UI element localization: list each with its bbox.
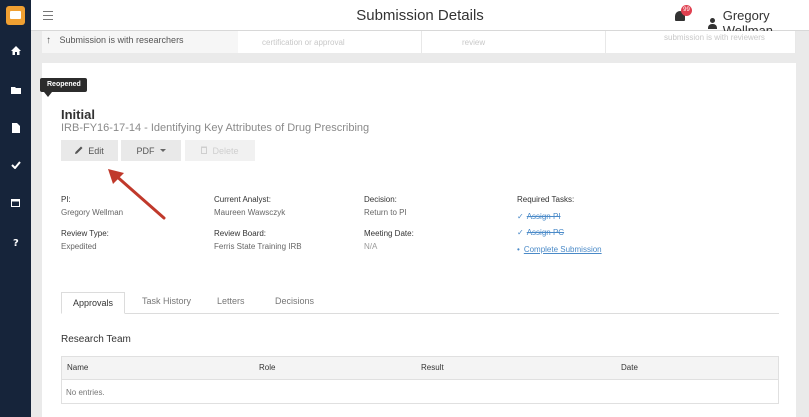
folder-icon[interactable] bbox=[0, 80, 31, 100]
empty-message: No entries. bbox=[66, 388, 105, 397]
page-title: Submission Details bbox=[356, 7, 484, 24]
review-board-label: Review Board: bbox=[214, 229, 267, 238]
side-nav: ? bbox=[0, 0, 31, 417]
tab-letters[interactable]: Letters bbox=[217, 296, 245, 306]
pi-label: PI: bbox=[61, 195, 71, 204]
svg-text:?: ? bbox=[13, 238, 19, 247]
workflow-steps: ↑ Submission is with researchers certifi… bbox=[42, 31, 796, 53]
annotation-arrow bbox=[108, 169, 166, 220]
task-item[interactable]: • Complete Submission bbox=[517, 245, 602, 254]
meeting-date-label: Meeting Date: bbox=[364, 229, 414, 238]
check-icon: ✓ bbox=[517, 212, 524, 221]
caret-down-icon bbox=[159, 149, 166, 152]
section-title: Research Team bbox=[61, 334, 131, 345]
check-icon[interactable] bbox=[0, 155, 31, 175]
submission-subtitle: IRB-FY16-17-14 - Identifying Key Attribu… bbox=[61, 122, 370, 134]
analyst-label: Current Analyst: bbox=[214, 195, 271, 204]
pdf-dropdown-button[interactable]: PDF bbox=[121, 140, 181, 161]
table-row bbox=[61, 380, 779, 404]
review-board-value: Ferris State Training IRB bbox=[214, 242, 302, 251]
app-logo[interactable] bbox=[6, 6, 25, 25]
review-type-label: Review Type: bbox=[61, 229, 109, 238]
column-header-result[interactable]: Result bbox=[421, 363, 444, 372]
table-header bbox=[61, 356, 779, 380]
task-item[interactable]: ✓ Assign PC bbox=[517, 228, 564, 237]
trash-icon bbox=[201, 146, 208, 156]
top-bar: Submission Details 99 Gregory Wellman bbox=[31, 0, 809, 38]
notifications-bell[interactable]: 99 bbox=[674, 5, 692, 23]
step-review: review bbox=[422, 31, 606, 53]
analyst-value: Maureen Wawsczyk bbox=[214, 208, 286, 217]
decision-value: Return to PI bbox=[364, 208, 407, 217]
bullet-icon: • bbox=[517, 245, 520, 254]
review-type-value: Expedited bbox=[61, 242, 97, 251]
meeting-date-value: N/A bbox=[364, 242, 378, 251]
step-arrow-icon: ↑ bbox=[46, 35, 51, 46]
column-header-date[interactable]: Date bbox=[621, 363, 638, 372]
notification-count-badge: 99 bbox=[681, 5, 692, 16]
help-icon[interactable]: ? bbox=[0, 232, 31, 252]
tab-approvals[interactable]: Approvals bbox=[61, 292, 125, 314]
document-icon[interactable] bbox=[0, 118, 31, 138]
status-badge: Reopened bbox=[40, 78, 87, 97]
pi-value: Gregory Wellman bbox=[61, 208, 124, 217]
decision-label: Decision: bbox=[364, 195, 397, 204]
submission-heading: Initial bbox=[61, 107, 95, 122]
step-certification: certification or approval bbox=[238, 31, 422, 53]
user-icon bbox=[708, 17, 717, 29]
home-icon[interactable] bbox=[0, 40, 31, 60]
tab-task-history[interactable]: Task History bbox=[142, 296, 191, 306]
check-icon: ✓ bbox=[517, 228, 524, 237]
delete-button[interactable]: Delete bbox=[185, 140, 255, 161]
tab-decisions[interactable]: Decisions bbox=[275, 296, 314, 306]
pencil-icon bbox=[75, 146, 83, 156]
step-researchers: ↑ Submission is with researchers bbox=[46, 35, 184, 46]
column-header-name[interactable]: Name bbox=[67, 363, 88, 372]
edit-button[interactable]: Edit bbox=[61, 140, 118, 161]
task-item[interactable]: ✓ Assign PI bbox=[517, 212, 561, 221]
column-header-role[interactable]: Role bbox=[259, 363, 275, 372]
required-tasks-label: Required Tasks: bbox=[517, 195, 575, 204]
calendar-icon[interactable] bbox=[0, 192, 31, 212]
step-reviewers: submission is with reviewers bbox=[606, 31, 796, 53]
tabs-divider bbox=[61, 313, 779, 314]
